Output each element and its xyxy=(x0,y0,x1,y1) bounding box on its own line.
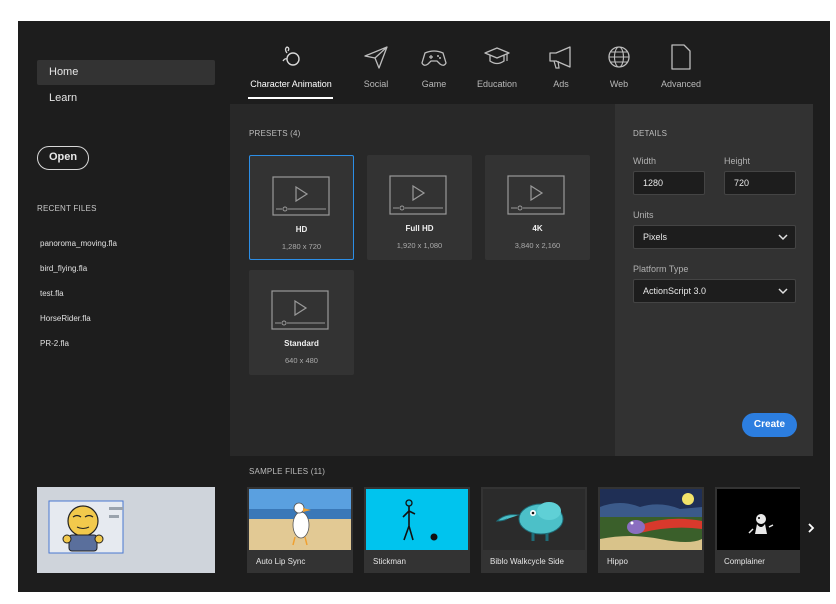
tab-game[interactable]: Game xyxy=(414,43,454,97)
sample-card-auto-lip-sync[interactable]: Auto Lip Sync xyxy=(247,487,353,573)
active-tab-indicator xyxy=(248,97,333,99)
recent-file-preview[interactable] xyxy=(37,487,215,573)
sample-name: Auto Lip Sync xyxy=(256,557,306,566)
tab-label: Game xyxy=(421,79,447,89)
video-preset-icon xyxy=(507,175,565,215)
preset-resolution: 3,840 x 2,160 xyxy=(514,241,561,250)
sample-card-hippo[interactable]: Hippo xyxy=(598,487,704,573)
sample-thumbnail xyxy=(366,489,468,550)
globe-icon xyxy=(608,46,630,68)
create-button[interactable]: Create xyxy=(742,413,797,437)
platform-type-dropdown[interactable]: ActionScript 3.0 xyxy=(633,279,796,303)
sample-card-stickman[interactable]: Stickman xyxy=(364,487,470,573)
preset-resolution: 640 x 480 xyxy=(285,356,318,365)
recent-file-item[interactable]: HorseRider.fla xyxy=(40,314,91,323)
tab-label: Web xyxy=(609,79,629,89)
preset-name: Standard xyxy=(284,339,319,348)
presets-title: PRESETS (4) xyxy=(249,129,301,138)
recent-file-item[interactable]: PR-2.fla xyxy=(40,339,69,348)
video-preset-icon xyxy=(271,290,329,330)
preset-name: 4K xyxy=(532,224,543,233)
start-screen: Home Learn Open RECENT FILES panoroma_mo… xyxy=(18,21,830,592)
tab-label: Advanced xyxy=(660,79,702,89)
chevron-down-icon xyxy=(778,234,788,241)
sample-name: Stickman xyxy=(373,557,406,566)
tab-label: Ads xyxy=(553,79,569,89)
sample-name: Biblo Walkcycle Side xyxy=(490,557,564,566)
preset-name: HD xyxy=(295,225,308,234)
width-label: Width xyxy=(633,156,657,166)
details-title: DETAILS xyxy=(633,129,668,138)
chevron-right-icon[interactable] xyxy=(804,518,818,538)
character-preview-image xyxy=(48,500,124,554)
document-icon xyxy=(671,44,691,70)
video-preset-icon xyxy=(389,175,447,215)
presets-panel: PRESETS (4) HD 1,280 x 720 Full HD 1,920… xyxy=(230,104,615,456)
open-button[interactable]: Open xyxy=(37,146,89,170)
sample-card-biblo-walkcycle-side[interactable]: Biblo Walkcycle Side xyxy=(481,487,587,573)
sample-name: Complainer xyxy=(724,557,765,566)
nav-home[interactable]: Home xyxy=(37,60,215,85)
preset-card-full-hd[interactable]: Full HD 1,920 x 1,080 xyxy=(367,155,472,260)
recent-file-item[interactable]: bird_flying.fla xyxy=(40,264,87,273)
nav-learn[interactable]: Learn xyxy=(37,86,215,111)
graduation-cap-icon xyxy=(484,47,510,65)
recent-file-item[interactable]: test.fla xyxy=(40,289,64,298)
paper-plane-icon xyxy=(364,46,388,69)
height-input[interactable]: 720 xyxy=(724,171,796,195)
platform-type-label: Platform Type xyxy=(633,264,689,274)
preset-card-standard[interactable]: Standard 640 x 480 xyxy=(249,270,354,375)
platform-selected-value: ActionScript 3.0 xyxy=(643,286,707,296)
units-label: Units xyxy=(633,210,654,220)
tab-label: Character Animation xyxy=(250,79,332,89)
preset-name: Full HD xyxy=(405,224,434,233)
tab-ads[interactable]: Ads xyxy=(543,43,579,97)
sample-thumbnail xyxy=(717,489,800,550)
preset-card-hd[interactable]: HD 1,280 x 720 xyxy=(249,155,354,260)
preset-resolution: 1,280 x 720 xyxy=(281,242,322,251)
preset-card-4k[interactable]: 4K 3,840 x 2,160 xyxy=(485,155,590,260)
sample-name: Hippo xyxy=(607,557,628,566)
tab-label: Education xyxy=(476,79,518,89)
tab-social[interactable]: Social xyxy=(356,43,396,97)
sample-thumbnail xyxy=(483,489,585,550)
sample-thumbnail xyxy=(249,489,351,550)
tab-advanced[interactable]: Advanced xyxy=(656,43,706,97)
height-label: Height xyxy=(724,156,751,166)
megaphone-icon xyxy=(549,46,571,69)
units-dropdown[interactable]: Pixels xyxy=(633,225,796,249)
sample-card-complainer[interactable]: Complainer xyxy=(715,487,800,573)
sample-files-title: SAMPLE FILES (11) xyxy=(249,467,326,476)
recent-files-title: RECENT FILES xyxy=(37,204,97,213)
width-input[interactable]: 1280 xyxy=(633,171,705,195)
tab-character-animation[interactable]: Character Animation xyxy=(246,43,336,97)
sample-thumbnail xyxy=(600,489,702,550)
recent-file-item[interactable]: panoroma_moving.fla xyxy=(40,239,117,248)
chevron-down-icon xyxy=(778,288,788,295)
video-preset-icon xyxy=(272,176,330,216)
tab-web[interactable]: Web xyxy=(602,43,636,97)
tab-label: Social xyxy=(363,79,389,89)
character-animation-icon xyxy=(282,46,300,66)
preset-resolution: 1,920 x 1,080 xyxy=(396,241,443,250)
gamepad-icon xyxy=(421,50,447,66)
units-selected-value: Pixels xyxy=(643,232,668,242)
details-panel: DETAILS Width 1280 Height 720 Units Pixe… xyxy=(615,104,813,456)
tab-education[interactable]: Education xyxy=(474,43,520,97)
